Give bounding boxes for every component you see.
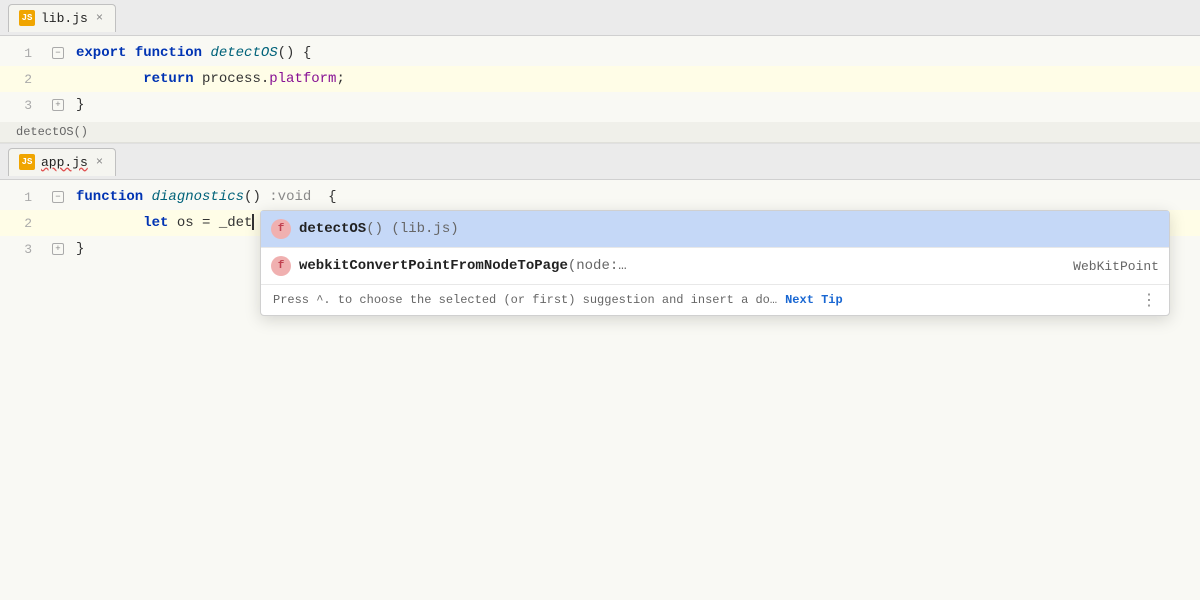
appjs-line-1: 1 − function diagnostics() :void { (0, 184, 1200, 210)
libjs-gutter-1: − (48, 47, 68, 59)
appjs-typed: _det (219, 215, 253, 231)
autocomplete-popup: f detectOS() (lib.js) f webkitConvertPoi… (260, 210, 1170, 316)
appjs-type-1: :void (261, 189, 311, 205)
appjs-brace-open: { (311, 189, 336, 205)
ac-next-tip[interactable]: Next Tip (785, 293, 843, 307)
libjs-line-number-2: 2 (0, 72, 48, 87)
appjs-brace-3: } (76, 241, 84, 257)
appjs-line-number-1: 1 (0, 190, 48, 205)
kw-function-1: function (135, 45, 211, 61)
libjs-gutter-3: + (48, 99, 68, 111)
ac-text-2: webkitConvertPointFromNodeToPage(node:… (299, 258, 1049, 274)
appjs-line-number-2: 2 (0, 216, 48, 231)
libjs-dot: . (261, 71, 269, 87)
fn-detectos: detectOS (210, 45, 277, 61)
appjs-code-section: 1 − function diagnostics() :void { 2 let… (0, 180, 1200, 600)
fold-icon-3[interactable]: + (52, 99, 64, 111)
ac-more-button[interactable]: ⋮ (1141, 290, 1157, 310)
appjs-tab-bar: JS app.js × (0, 144, 1200, 180)
ac-icon-1: f (271, 219, 291, 239)
kw-let: let (143, 215, 177, 231)
appjs-fold-icon-1[interactable]: − (52, 191, 64, 203)
appjs-gutter-3: + (48, 243, 68, 255)
ac-dim-1: () (lib.js) (366, 221, 458, 237)
kw-return: return (143, 71, 202, 87)
libjs-line-content-2: return process.platform; (68, 66, 1200, 92)
text-cursor (252, 214, 254, 230)
appjs-file-icon: JS (19, 154, 35, 170)
appjs-indent-2 (76, 215, 143, 231)
ac-dim-2: (node:… (568, 258, 627, 274)
libjs-line-2: 2 return process.platform; (0, 66, 1200, 92)
libjs-paren-1: () { (278, 45, 312, 61)
ac-text-1: detectOS() (lib.js) (299, 221, 1159, 237)
appjs-fold-icon-3[interactable]: + (52, 243, 64, 255)
libjs-indent-2 (76, 71, 143, 87)
tab-libjs-close[interactable]: × (94, 10, 105, 26)
ac-footer: Press ^. to choose the selected (or firs… (261, 285, 1169, 315)
libjs-line-content-3: } (68, 92, 1200, 118)
tab-appjs-close[interactable]: × (94, 154, 105, 170)
libjs-semi: ; (336, 71, 344, 87)
appjs-code-lines: 1 − function diagnostics() :void { 2 let… (0, 180, 1200, 266)
libjs-file-icon: JS (19, 10, 35, 26)
libjs-code-section: 1 − export function detectOS() { 2 retur… (0, 36, 1200, 144)
ac-type-2: WebKitPoint (1057, 259, 1159, 274)
libjs-line-content-1: export function detectOS() { (68, 40, 1200, 66)
appjs-line-2: 2 let os = _det f detectOS() (lib.js) f (0, 210, 1200, 236)
appjs-line-number-3: 3 (0, 242, 48, 257)
ac-footer-text: Press ^. to choose the selected (or firs… (273, 293, 777, 307)
libjs-process: process (202, 71, 261, 87)
libjs-property: platform (269, 71, 336, 87)
libjs-breadcrumb: detectOS() (0, 122, 1200, 143)
ac-item-1[interactable]: f detectOS() (lib.js) (261, 211, 1169, 247)
ac-bold-2: webkitConvertPointFromNodeToPage (299, 258, 568, 274)
libjs-line-1: 1 − export function detectOS() { (0, 40, 1200, 66)
ac-icon-2: f (271, 256, 291, 276)
libjs-brace-3: } (76, 97, 84, 113)
editor-container: JS lib.js × 1 − export function detectOS… (0, 0, 1200, 600)
appjs-gutter-1: − (48, 191, 68, 203)
libjs-code-lines: 1 − export function detectOS() { 2 retur… (0, 36, 1200, 122)
tab-appjs-label: app.js (41, 155, 88, 170)
ac-bold-1: detectOS (299, 221, 366, 237)
libjs-line-3: 3 + } (0, 92, 1200, 118)
fold-icon-1[interactable]: − (52, 47, 64, 59)
tab-libjs-label: lib.js (41, 11, 88, 26)
fn-diagnostics: diagnostics (152, 189, 244, 205)
libjs-tab-bar: JS lib.js × (0, 0, 1200, 36)
tab-appjs[interactable]: JS app.js × (8, 148, 116, 176)
ac-item-2[interactable]: f webkitConvertPointFromNodeToPage(node:… (261, 248, 1169, 284)
tab-libjs[interactable]: JS lib.js × (8, 4, 116, 32)
appjs-line-content-1: function diagnostics() :void { (68, 184, 1200, 210)
libjs-line-number-3: 3 (0, 98, 48, 113)
libjs-line-number-1: 1 (0, 46, 48, 61)
kw-function-appjs: function (76, 189, 152, 205)
kw-export: export (76, 45, 135, 61)
appjs-parens-1: () (244, 189, 261, 205)
appjs-varname: os = (177, 215, 219, 231)
